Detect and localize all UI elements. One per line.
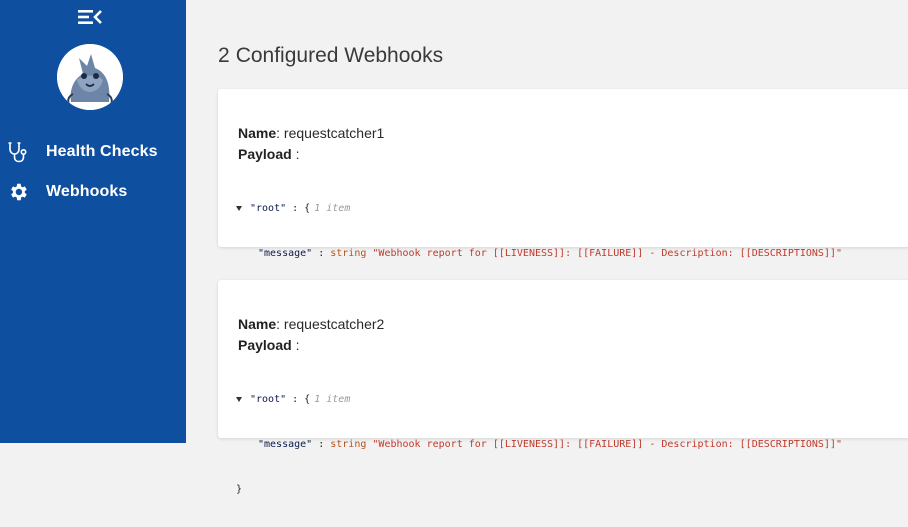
json-type: string	[330, 248, 367, 259]
json-message-line: "message" : string "Webhook report for […	[236, 437, 842, 452]
webhook-card: Name: requestcatcher2 Payload : "root" :…	[218, 280, 908, 495]
webhook-name-row: Name: requestcatcher2	[238, 316, 384, 332]
json-root-key: "root"	[250, 203, 287, 214]
gear-icon	[6, 180, 30, 204]
sidebar-item-webhooks[interactable]: Webhooks	[0, 175, 186, 209]
sidebar: Health Checks Webhooks	[0, 0, 186, 443]
json-root-line: "root" : {1 item	[236, 201, 842, 216]
json-root-line: "root" : {1 item	[236, 392, 842, 407]
page-title: 2 Configured Webhooks	[218, 44, 443, 68]
name-label: Name	[238, 125, 277, 141]
payload-row: Payload :	[238, 146, 299, 162]
payload-row: Payload :	[238, 337, 299, 353]
payload-label: Payload	[238, 337, 292, 353]
collapse-caret-icon[interactable]	[236, 396, 242, 402]
page-title-text: Configured Webhooks	[235, 44, 444, 67]
json-brace-open: : {	[286, 394, 311, 405]
sidebar-item-label: Health Checks	[46, 143, 158, 160]
json-message-key: "message"	[258, 248, 313, 259]
webhook-count: 2	[218, 44, 230, 67]
json-root-key: "root"	[250, 394, 287, 405]
name-label: Name	[238, 316, 277, 332]
webhook-name: : requestcatcher1	[276, 125, 385, 141]
json-message-key: "message"	[258, 439, 313, 450]
payload-colon: :	[291, 337, 300, 353]
json-item-count: 1 item	[314, 203, 351, 214]
sidebar-item-health-checks[interactable]: Health Checks	[0, 135, 186, 169]
collapse-caret-icon[interactable]	[236, 205, 242, 211]
json-message-line: "message" : string "Webhook report for […	[236, 246, 842, 261]
menu-collapse-icon[interactable]	[77, 7, 103, 27]
payload-label: Payload	[238, 146, 292, 162]
json-separator: :	[312, 248, 331, 259]
json-message-value[interactable]: "Webhook report for [[LIVENESS]]: [[FAIL…	[372, 439, 842, 450]
json-item-count: 1 item	[314, 394, 351, 405]
json-message-value[interactable]: "Webhook report for [[LIVENESS]]: [[FAIL…	[372, 248, 842, 259]
json-close-line: }	[236, 482, 842, 497]
json-brace-open: : {	[286, 203, 311, 214]
main-content: 2 Configured Webhooks Name: requestcatche…	[186, 0, 908, 495]
webhook-card: Name: requestcatcher1 Payload : "root" :…	[218, 89, 908, 304]
sidebar-item-label: Webhooks	[46, 183, 128, 200]
webhook-name: : requestcatcher2	[276, 316, 385, 332]
webhook-name-row: Name: requestcatcher1	[238, 125, 384, 141]
json-brace-close: }	[236, 484, 243, 495]
json-viewer: "root" : {1 item "message" : string "Web…	[236, 362, 842, 527]
stethoscope-icon	[6, 140, 30, 164]
json-separator: :	[312, 439, 331, 450]
json-type: string	[330, 439, 367, 450]
avatar	[57, 44, 123, 110]
payload-colon: :	[291, 146, 300, 162]
